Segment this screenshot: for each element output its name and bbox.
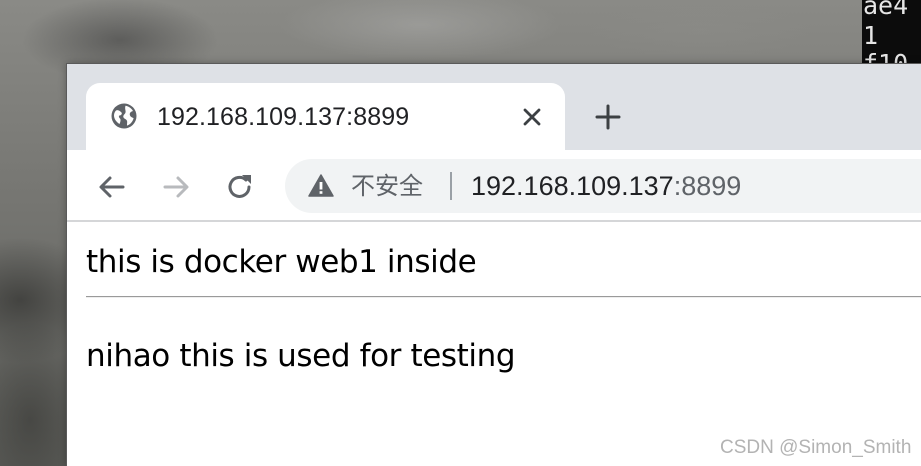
url-port: :8899 xyxy=(673,171,742,201)
watermark: CSDN @Simon_Smith xyxy=(720,437,912,458)
terminal-line: f10 xyxy=(863,49,909,64)
browser-window: 192.168.109.137:8899 不安全 192.168.109.137… xyxy=(67,64,921,466)
plus-icon[interactable] xyxy=(593,102,623,132)
terminal-window-fragment: ae4 1 f10 xyxy=(862,0,921,64)
arrow-left-icon[interactable] xyxy=(95,170,129,204)
address-bar-divider xyxy=(450,172,452,200)
arrow-right-icon[interactable] xyxy=(159,170,193,204)
terminal-line: ae4 xyxy=(863,0,909,20)
reload-icon[interactable] xyxy=(223,170,257,204)
security-status-label[interactable]: 不安全 xyxy=(351,171,423,201)
url-host: 192.168.109.137 xyxy=(471,171,674,201)
globe-icon xyxy=(111,103,137,129)
tab-title: 192.168.109.137:8899 xyxy=(157,103,410,131)
tab-active[interactable]: 192.168.109.137:8899 xyxy=(86,83,565,150)
warning-icon[interactable] xyxy=(307,172,335,200)
address-bar[interactable]: 不安全 192.168.109.137:8899 xyxy=(285,159,921,213)
url-text[interactable]: 192.168.109.137:8899 xyxy=(471,170,741,202)
browser-toolbar: 不安全 192.168.109.137:8899 xyxy=(67,150,921,222)
page-paragraph: nihao this is used for testing xyxy=(86,338,516,374)
terminal-line: 1 xyxy=(863,21,879,50)
close-icon[interactable] xyxy=(518,103,546,131)
page-content: this is docker web1 inside nihao this is… xyxy=(67,222,921,466)
page-heading: this is docker web1 inside xyxy=(86,244,477,280)
tab-strip: 192.168.109.137:8899 xyxy=(67,64,921,150)
horizontal-rule xyxy=(86,296,921,298)
